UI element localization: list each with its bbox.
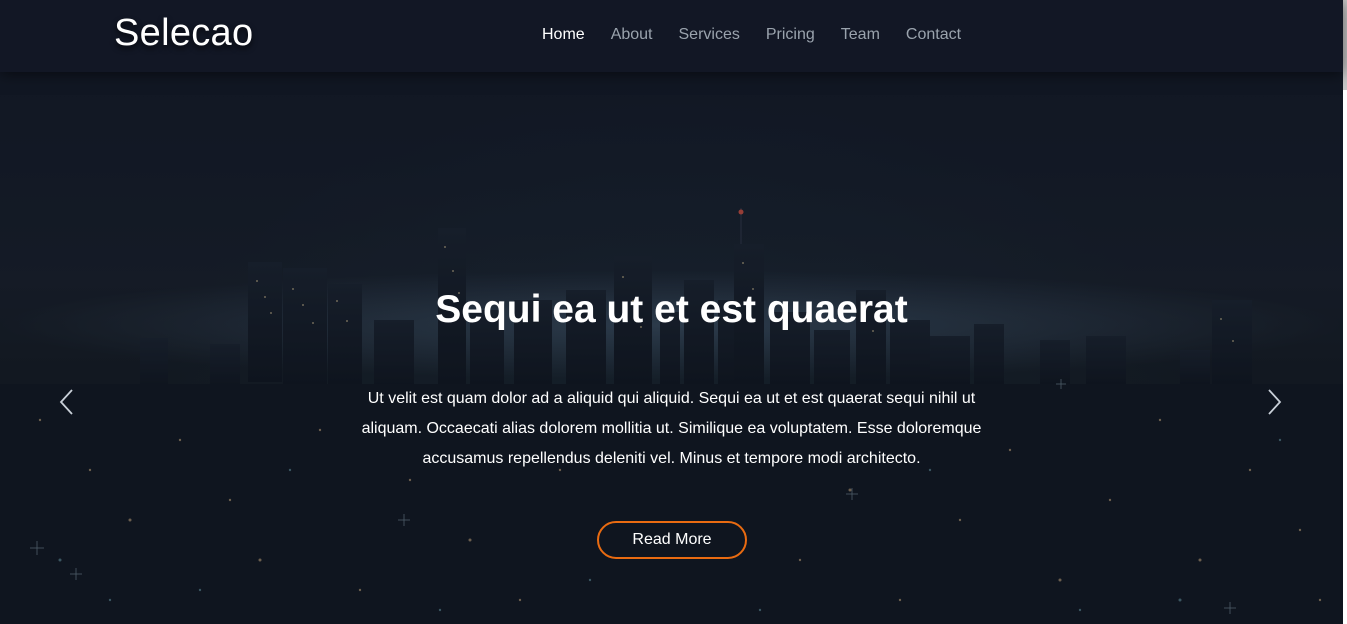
main-nav: Home About Services Pricing Team Contact	[542, 26, 987, 44]
chevron-right-icon	[1268, 389, 1282, 415]
site-logo[interactable]: Selecao	[114, 12, 253, 55]
scrollbar-thumb[interactable]	[1343, 0, 1347, 90]
carousel-next-button[interactable]	[1263, 385, 1287, 419]
nav-services-link[interactable]: Services	[679, 26, 740, 44]
carousel-prev-button[interactable]	[56, 385, 80, 419]
hero-title: Sequi ea ut et est quaerat	[435, 288, 908, 331]
page: Selecao Home About Services Pricing Team…	[0, 0, 1347, 624]
nav-home-link[interactable]: Home	[542, 26, 585, 44]
chevron-left-icon	[59, 389, 73, 415]
site-header: Selecao Home About Services Pricing Team…	[0, 0, 1343, 72]
nav-team-link[interactable]: Team	[841, 26, 880, 44]
nav-contact-link[interactable]: Contact	[906, 26, 961, 44]
nav-about-link[interactable]: About	[611, 26, 653, 44]
hero-description: Ut velit est quam dolor ad a aliquid qui…	[361, 390, 982, 467]
read-more-button[interactable]: Read More	[597, 521, 747, 559]
page-scrollbar[interactable]	[1343, 0, 1347, 624]
nav-pricing-link[interactable]: Pricing	[766, 26, 815, 44]
